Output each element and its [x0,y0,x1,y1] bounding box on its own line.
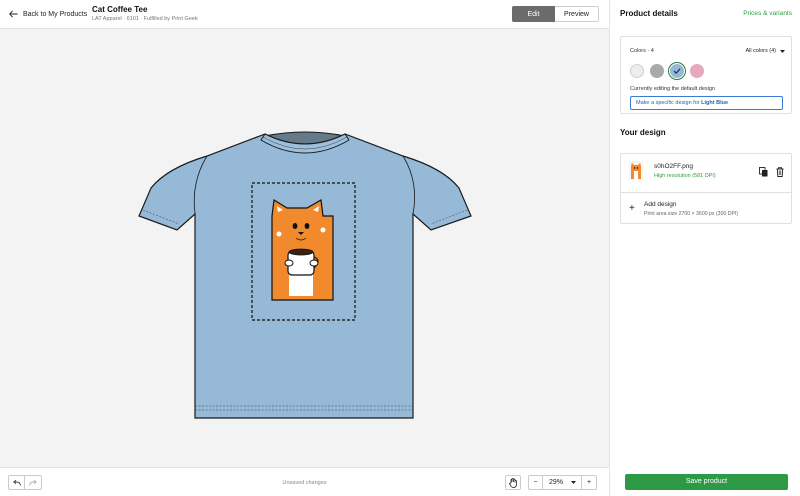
print-area-size: Print area size 2700 × 3600 px (300 DPI) [644,211,739,217]
hand-icon [508,477,517,488]
specific-prefix: Make a specific design for [636,100,702,106]
design-filename: s0hO2FF.png [654,163,694,170]
caret-down-icon [780,49,785,53]
swatch-pink[interactable] [690,64,704,78]
arrow-left-icon [9,10,18,18]
add-design-label: Add design [644,201,677,208]
color-card: Colors · 4 All colors (4) Currently edit… [620,36,792,114]
edit-button[interactable]: Edit [512,6,555,22]
save-product-button[interactable]: Save product [625,474,788,490]
product-subtitle: LAT Apparel · 6101 · Fulfilled by Print … [92,16,198,22]
specific-color: Light Blue [701,100,729,106]
duplicate-icon[interactable] [759,167,768,177]
top-bar: Back to My Products Cat Coffee Tee LAT A… [0,0,609,29]
panel-header: Product details Prices & variants [610,0,800,29]
swatch-white[interactable] [630,64,644,78]
specific-design-button[interactable]: Make a specific design for Light Blue [630,96,783,110]
check-icon [673,68,681,75]
back-link[interactable]: Back to My Products [9,10,87,18]
colors-count: Colors · 4 [630,48,654,54]
zoom-out-button[interactable]: − [528,475,543,490]
design-resolution: High resolution (581 DPI) [654,173,716,179]
zoom-control: − 29% + [528,475,597,490]
add-design-button[interactable]: + Add design Print area size 2700 × 3600… [621,194,791,224]
trash-icon[interactable] [776,167,784,177]
plus-icon: + [629,203,635,214]
zoom-in-button[interactable]: + [582,475,597,490]
all-colors-label: All colors (4) [745,48,776,54]
product-title: Cat Coffee Tee [92,5,148,14]
preview-button[interactable]: Preview [555,6,599,22]
swatch-gray[interactable] [650,64,664,78]
design-canvas[interactable] [0,29,609,467]
bottom-toolbar: Unsaved changes − 29% + [0,467,609,496]
tshirt-mockup [138,131,472,419]
design-file-row[interactable]: s0hO2FF.png High resolution (581 DPI) [621,154,791,193]
zoom-select[interactable]: 29% [543,475,582,490]
mode-toggle: Edit Preview [512,6,599,22]
panel-title: Product details [620,9,678,18]
pan-tool-button[interactable] [505,475,521,490]
your-design-title: Your design [620,128,666,137]
zoom-value: 29% [549,479,564,486]
product-details-panel: Product details Prices & variants Colors… [609,0,800,496]
design-card: s0hO2FF.png High resolution (581 DPI) + … [620,153,792,224]
caret-down-icon [571,481,576,484]
editing-note: Currently editing the default design [630,86,715,92]
prices-variants-link[interactable]: Prices & variants [743,10,792,17]
all-colors-dropdown[interactable]: All colors (4) [745,48,785,54]
back-label: Back to My Products [23,10,88,18]
swatch-light-blue[interactable] [670,64,684,78]
design-thumbnail [629,161,643,180]
color-swatches [630,64,704,78]
